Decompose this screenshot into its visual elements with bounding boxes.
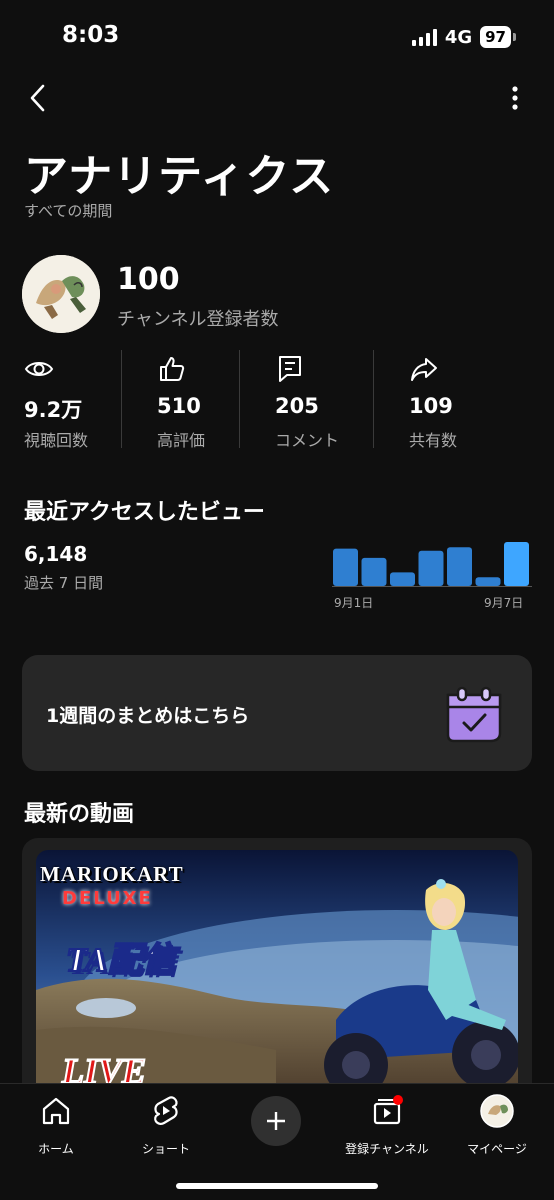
- thumbs-up-icon: [160, 357, 185, 381]
- back-button[interactable]: [18, 78, 58, 118]
- chart-bar: [504, 542, 529, 586]
- more-options-button[interactable]: [500, 78, 530, 118]
- eye-icon: [24, 362, 54, 376]
- subscriber-label: チャンネル登録者数: [117, 309, 279, 330]
- thumbnail-subtitle-text: DELUXE: [62, 888, 153, 909]
- divider: [121, 350, 122, 448]
- plus-icon: [267, 1112, 285, 1130]
- metric-value: 109: [409, 394, 453, 418]
- home-icon: [42, 1097, 70, 1125]
- nav-shorts[interactable]: ショート: [116, 1094, 216, 1156]
- metric-label: 高評価: [157, 431, 206, 450]
- nav-label: マイページ: [467, 1142, 527, 1156]
- thumbnail-title-text: MARIOKART: [40, 862, 184, 886]
- chart-bar: [475, 577, 501, 586]
- chevron-left-icon: [30, 84, 45, 112]
- status-time: 8:03: [62, 22, 120, 48]
- subscriptions-icon: [373, 1095, 403, 1125]
- metric-value: 9.2万: [24, 398, 83, 422]
- period-label[interactable]: すべての期間: [24, 200, 112, 221]
- create-button[interactable]: [251, 1096, 301, 1146]
- latest-video-title: 最新の動画: [24, 802, 135, 827]
- metric-label: 共有数: [409, 431, 458, 450]
- nav-home[interactable]: ホーム: [6, 1094, 106, 1156]
- recent-views-period: 過去 7 日間: [24, 574, 104, 592]
- share-icon: [411, 358, 437, 381]
- recent-views-title: 最近アクセスしたビュー: [24, 500, 265, 525]
- metric-value: 205: [275, 394, 319, 418]
- nav-subscriptions[interactable]: 登録チャンネル: [337, 1094, 437, 1156]
- signal-icon: [411, 28, 437, 46]
- home-indicator: [176, 1183, 378, 1189]
- channel-avatar: [22, 255, 100, 333]
- network-type: 4G: [444, 26, 473, 48]
- divider: [239, 350, 240, 448]
- shorts-icon: [154, 1096, 178, 1125]
- metric-label: 視聴回数: [24, 431, 89, 450]
- weekly-summary-label: 1週間のまとめはこちら: [46, 705, 250, 727]
- battery-icon: 97: [480, 26, 516, 48]
- weekly-summary-card[interactable]: 1週間のまとめはこちら: [22, 655, 532, 771]
- video-thumbnail[interactable]: MARIOKART DELUXE TA配信 LIVE: [36, 850, 518, 1100]
- chart-end-label: 9月7日: [484, 596, 524, 610]
- chart-bar: [390, 572, 415, 586]
- chart-bar: [333, 548, 358, 586]
- thumbnail-ta-text: TA配信: [65, 941, 177, 980]
- status-indicators: 4G 97: [411, 26, 516, 48]
- battery-level: 97: [480, 26, 511, 48]
- nav-label: ホーム: [38, 1142, 74, 1156]
- chart-start-label: 9月1日: [334, 596, 374, 610]
- avatar-icon: [480, 1094, 514, 1128]
- calendar-check-icon: [446, 686, 502, 743]
- status-bar: 8:03 4G 97: [0, 0, 554, 70]
- nav-mypage[interactable]: マイページ: [447, 1094, 547, 1156]
- recent-views-value: 6,148: [24, 542, 88, 566]
- bottom-navigation: ホーム ショート 登録チャンネル マイページ: [0, 1083, 554, 1200]
- nav-label: 登録チャンネル: [345, 1142, 429, 1156]
- chart-bar: [361, 557, 387, 586]
- divider: [373, 350, 374, 448]
- chart-bar: [418, 550, 444, 586]
- metric-value: 510: [157, 394, 201, 418]
- metric-label: コメント: [275, 431, 340, 450]
- page-title: アナリティクス: [24, 151, 335, 202]
- metrics-row: 9.2万 視聴回数 510 高評価 205 コメント 109 共有数: [0, 350, 554, 450]
- comment-icon: [279, 356, 301, 382]
- nav-label: ショート: [141, 1142, 190, 1156]
- latest-video-card[interactable]: MARIOKART DELUXE TA配信 LIVE: [22, 838, 532, 1100]
- top-bar: [0, 78, 554, 118]
- more-vert-icon: [512, 86, 518, 110]
- subscriber-count: 100: [117, 262, 180, 297]
- chart-bar: [447, 547, 472, 586]
